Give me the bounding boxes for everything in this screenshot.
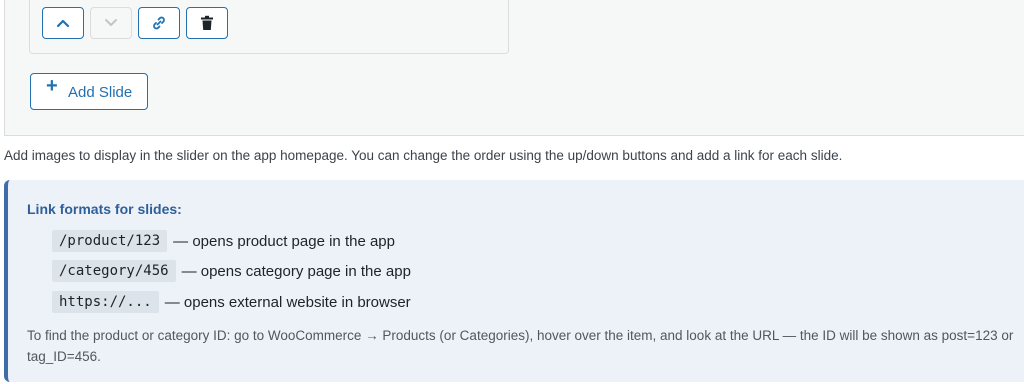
format-row-product: /product/123 — opens product page in the… <box>52 229 395 253</box>
format-row-external: https://... — opens external website in … <box>52 290 411 314</box>
move-up-button[interactable] <box>42 7 84 39</box>
format-code: /category/456 <box>52 260 176 282</box>
slider-help-text: Add images to display in the slider on t… <box>4 148 843 163</box>
id-lookup-note: To find the product or category ID: go t… <box>27 328 1014 364</box>
format-description: — opens category page in the app <box>181 262 411 280</box>
move-down-button[interactable] <box>90 7 132 39</box>
add-slide-button[interactable]: + Add Slide <box>30 73 148 110</box>
link-icon <box>153 16 165 30</box>
format-code: /product/123 <box>52 230 168 252</box>
format-description: — opens external website in browser <box>164 293 411 311</box>
format-description: — opens product page in the app <box>173 232 395 250</box>
slide-link-button[interactable] <box>138 7 180 39</box>
slide-item-card <box>29 0 509 54</box>
chevron-down-icon <box>105 19 117 26</box>
info-title: Link formats for slides: <box>27 201 182 217</box>
delete-slide-button[interactable] <box>186 7 228 39</box>
format-row-category: /category/456 — opens category page in t… <box>52 259 411 283</box>
plus-icon: + <box>46 75 58 97</box>
add-slide-label: Add Slide <box>68 84 133 101</box>
link-formats-info-box: Link formats for slides: /product/123 — … <box>4 180 1024 382</box>
chevron-up-icon <box>56 19 70 28</box>
format-code: https://... <box>52 291 159 313</box>
trash-icon <box>201 15 213 30</box>
